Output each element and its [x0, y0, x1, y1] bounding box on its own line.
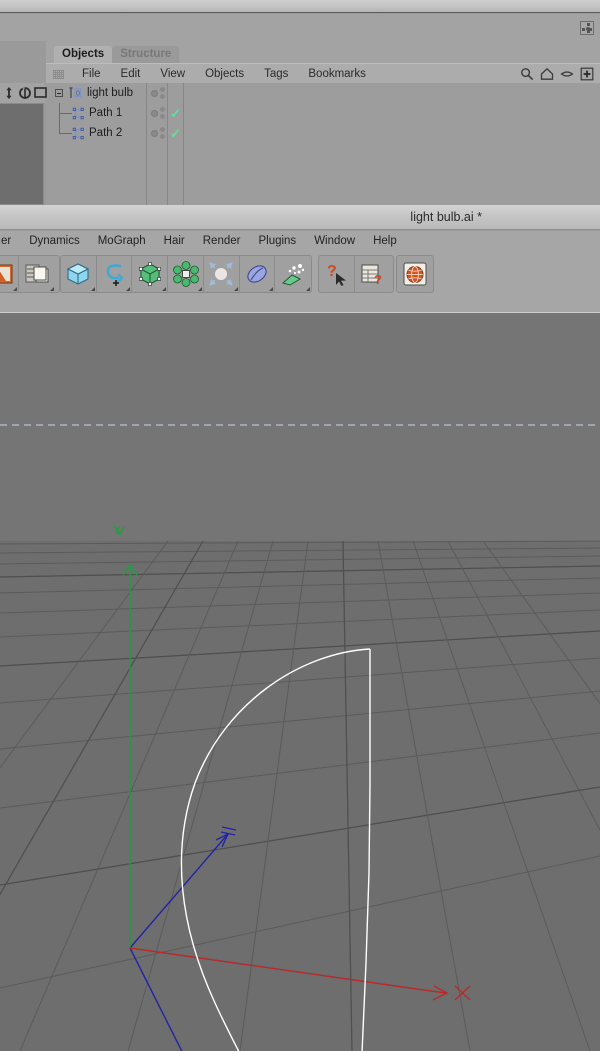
visibility-dot-render-off[interactable]: [160, 94, 165, 99]
visibility-dot-editor[interactable]: [151, 90, 158, 97]
om-menu-view[interactable]: View: [150, 64, 195, 84]
visibility-dot-render-on[interactable]: [160, 127, 165, 132]
svg-text:0: 0: [76, 91, 80, 98]
svg-text:?: ?: [374, 272, 382, 287]
expand-collapse-icon[interactable]: [55, 89, 63, 97]
object-label: Path 2: [89, 127, 123, 139]
particle-emitter-icon[interactable]: [275, 256, 311, 292]
window-top-strip: [0, 0, 600, 13]
scene-explode-icon[interactable]: [204, 256, 240, 292]
globe-icon[interactable]: [397, 256, 433, 292]
object-row-light-bulb[interactable]: 0 light bulb: [46, 83, 147, 103]
search-icon[interactable]: [520, 67, 534, 81]
null-object-icon: 0: [68, 86, 82, 100]
menu-window[interactable]: Window: [305, 231, 364, 252]
spline-pen-icon[interactable]: [97, 256, 133, 292]
object-manager-menubar: File Edit View Objects Tags Bookmarks: [46, 63, 600, 83]
document-titlebar: light bulb.ai *: [0, 205, 600, 230]
object-row-path-2[interactable]: Path 2: [46, 123, 147, 143]
array-deformer-icon[interactable]: [168, 256, 204, 292]
rectangle-select-icon[interactable]: [34, 86, 47, 100]
visibility-dot-render-on[interactable]: [160, 107, 165, 112]
om-menu-edit[interactable]: Edit: [111, 64, 151, 84]
camera-scene-icon[interactable]: [240, 256, 276, 292]
menu-help[interactable]: Help: [364, 231, 406, 252]
visibility-dot-render-off[interactable]: [160, 134, 165, 139]
om-menu-file[interactable]: File: [72, 64, 111, 84]
y-axis-label: Y: [113, 523, 121, 537]
check-tag-icon[interactable]: ✓: [170, 107, 182, 120]
content-browser-help-icon[interactable]: ?: [355, 256, 391, 292]
object-row-path-1[interactable]: Path 1: [46, 103, 147, 123]
web-toolbar-group: [396, 255, 434, 293]
tab-objects[interactable]: Objects: [54, 46, 113, 63]
eye-icon[interactable]: [560, 67, 574, 81]
menu-mograph[interactable]: MoGraph: [89, 231, 155, 252]
om-menu-bookmarks[interactable]: Bookmarks: [298, 64, 376, 84]
visibility-dot-render-off[interactable]: [160, 114, 165, 119]
menu-plugins[interactable]: Plugins: [249, 231, 305, 252]
plus-box-icon[interactable]: [580, 67, 594, 81]
object-manager-header-icons: [520, 66, 594, 82]
object-manager-menu-items: File Edit View Objects Tags Bookmarks: [72, 64, 376, 84]
render-view-icon[interactable]: [0, 256, 19, 292]
object-label: light bulb: [87, 87, 134, 99]
cube-primitive-icon[interactable]: [61, 256, 97, 292]
main-menubar: er Dynamics MoGraph Hair Render Plugins …: [0, 231, 600, 252]
viewport-3d[interactable]: Y: [0, 313, 600, 1051]
home-icon[interactable]: [540, 67, 554, 81]
help-cursor-icon[interactable]: ?: [319, 256, 355, 292]
main-menu-items: er Dynamics MoGraph Hair Render Plugins …: [0, 231, 406, 252]
spline-object-icon: [72, 107, 85, 120]
menu-character-partial[interactable]: er: [0, 231, 20, 252]
menu-hair[interactable]: Hair: [155, 231, 194, 252]
object-visibility-column: [148, 83, 168, 205]
svg-text:?: ?: [327, 263, 337, 280]
primitives-toolbar-group: [60, 255, 312, 293]
menu-render[interactable]: Render: [194, 231, 250, 252]
left-dark-panel: [0, 103, 44, 205]
left-tool-palette: [0, 83, 47, 103]
page-title: light bulb.ai *: [410, 210, 482, 224]
visibility-dot-render-on[interactable]: [160, 87, 165, 92]
om-menu-tags[interactable]: Tags: [254, 64, 298, 84]
object-manager-panel: Objects Structure File Edit View Objects…: [46, 41, 600, 205]
viewport-ground: [0, 541, 600, 1051]
om-menu-objects[interactable]: Objects: [195, 64, 254, 84]
help-toolbar-group: ? ?: [318, 255, 394, 293]
upper-background-band: [0, 14, 600, 41]
object-tags-column: ✓ ✓: [169, 83, 184, 205]
panel-grip-handle[interactable]: [53, 70, 64, 79]
object-manager-tabbar: Objects Structure: [54, 46, 180, 63]
check-tag-icon[interactable]: ✓: [170, 127, 182, 140]
visibility-dot-editor[interactable]: [151, 130, 158, 137]
render-queue-icon[interactable]: [19, 256, 55, 292]
menu-dynamics[interactable]: Dynamics: [20, 231, 88, 252]
tab-structure[interactable]: Structure: [112, 46, 180, 63]
move-axis-icon[interactable]: [2, 86, 16, 100]
object-label: Path 1: [89, 107, 123, 119]
object-tree-empty-area: [185, 83, 600, 205]
spline-object-icon: [72, 127, 85, 140]
render-toolbar-group: [0, 255, 60, 293]
object-tree-name-column: 0 light bulb Path 1 Path 2: [46, 83, 147, 205]
object-tree: 0 light bulb Path 1 Path 2 ✓ ✓: [46, 83, 600, 205]
visibility-dot-editor[interactable]: [151, 110, 158, 117]
rotate-icon[interactable]: [18, 86, 32, 100]
generator-nurbs-icon[interactable]: [132, 256, 169, 292]
layout-arrange-icon[interactable]: [580, 21, 594, 35]
